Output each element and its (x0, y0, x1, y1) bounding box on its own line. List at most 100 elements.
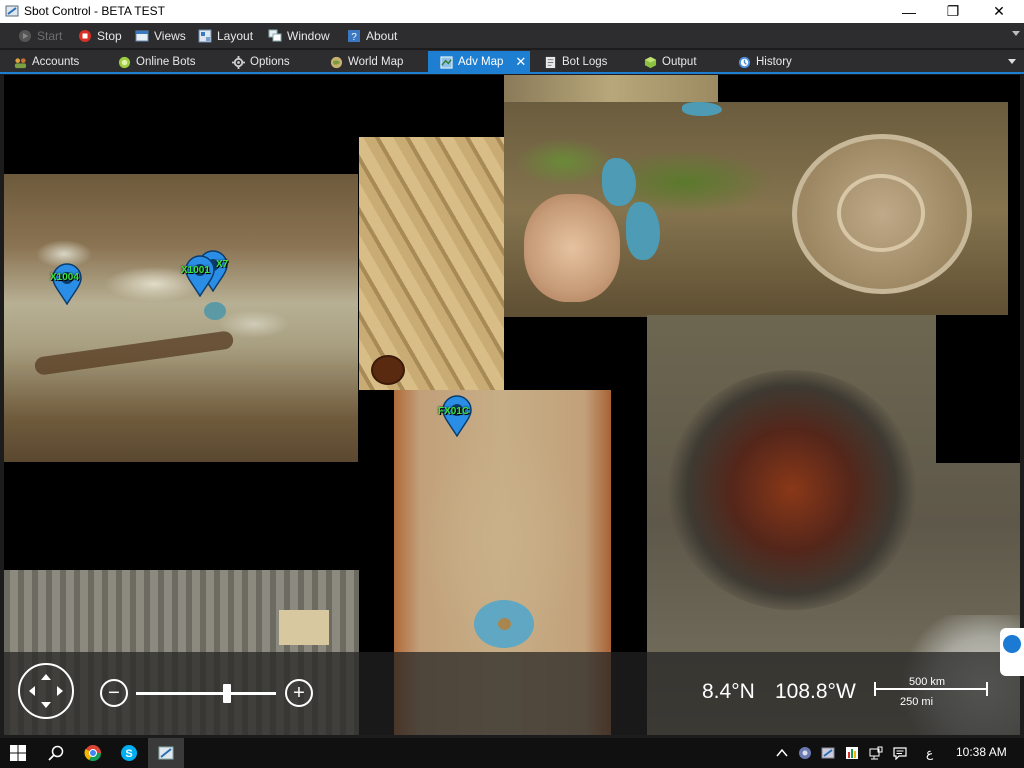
menu-about[interactable]: ? About (347, 27, 397, 44)
accounts-icon (14, 57, 27, 68)
zoom-slider[interactable] (136, 692, 276, 695)
window-icon (268, 29, 282, 41)
menu-views-label: Views (154, 28, 186, 43)
restore-icon: ❐ (946, 3, 960, 19)
tab-accounts-label: Accounts (32, 56, 80, 68)
maximize-button[interactable]: ❐ (930, 0, 976, 23)
search-button[interactable] (38, 738, 74, 768)
tab-online-bots[interactable]: Online Bots (118, 51, 195, 73)
taskbar-sbot-control[interactable] (148, 738, 184, 768)
menu-layout[interactable]: Layout (198, 27, 253, 44)
map-controls-overlay: − + 8.4°N 108.8°W 500 km 250 mi (4, 652, 1020, 735)
map-unexplored (936, 315, 1020, 463)
tray-sbot-icon[interactable] (821, 746, 835, 760)
history-icon (738, 56, 751, 68)
tab-close-icon[interactable]: ✕ (515, 54, 526, 70)
tab-world-map[interactable]: World Map (330, 51, 403, 73)
menu-stop[interactable]: Stop (78, 27, 122, 44)
svg-text:?: ? (351, 32, 357, 43)
zoom-slider-thumb[interactable] (223, 684, 231, 703)
title-bar: Sbot Control - BETA TEST — ❐ ✕ (0, 0, 1024, 23)
notifications-icon[interactable] (893, 746, 907, 760)
map-ridge (33, 330, 235, 376)
taskbar-chrome[interactable] (76, 738, 110, 768)
system-clock[interactable]: 10:38 AM (956, 745, 1007, 759)
svg-text:S: S (125, 748, 132, 760)
world-map-icon (330, 56, 343, 68)
stop-icon (79, 29, 91, 42)
logs-icon (545, 56, 556, 68)
tab-bot-logs[interactable]: Bot Logs (544, 51, 607, 73)
adv-map-icon (440, 55, 453, 69)
minimize-button[interactable]: — (886, 0, 932, 23)
menu-window-label: Window (287, 28, 330, 43)
layout-icon (198, 29, 212, 42)
adv-map-canvas[interactable]: X1004 X1001 X7 FX01C (4, 75, 1020, 735)
map-marker-label: X7 (216, 259, 229, 270)
tab-history-label: History (756, 56, 792, 68)
start-button[interactable] (0, 738, 36, 768)
tab-history[interactable]: History (738, 51, 792, 73)
menu-bar: Start Stop Views Layout Window ? About (0, 23, 1024, 48)
tab-list-dropdown-icon[interactable] (1008, 59, 1016, 64)
zoom-in-button[interactable]: + (285, 679, 313, 707)
plus-icon: + (293, 682, 305, 704)
zoom-out-button[interactable]: − (100, 679, 128, 707)
tray-chart-icon[interactable] (845, 746, 859, 760)
map-marker-label: X1004 (50, 272, 79, 283)
play-icon (19, 29, 31, 42)
map-marker-label: X1001 (181, 265, 210, 276)
menu-views[interactable]: Views (135, 27, 186, 44)
scale-bar (874, 688, 988, 690)
input-language-indicator[interactable]: ع (926, 746, 933, 760)
pan-arrows-icon (29, 674, 63, 708)
skype-icon: S (121, 745, 137, 761)
menu-window[interactable]: Window (268, 27, 330, 44)
tab-adv-map[interactable]: Adv Map ✕ (428, 51, 530, 73)
map-marker-label: FX01C (438, 406, 470, 417)
menu-stop-label: Stop (97, 28, 122, 43)
tab-output-label: Output (662, 56, 697, 68)
menu-overflow-icon[interactable] (1012, 31, 1020, 36)
map-dome (524, 194, 620, 302)
tab-options-label: Options (250, 56, 290, 68)
scale-km-label: 500 km (909, 676, 946, 688)
taskbar-skype[interactable]: S (112, 738, 146, 768)
map-walled-town (792, 134, 972, 294)
tab-world-map-label: World Map (348, 56, 404, 68)
menu-start[interactable]: Start (18, 27, 62, 44)
tab-accent-line (0, 72, 1024, 74)
tab-output[interactable]: Output (644, 51, 697, 73)
help-icon: ? (348, 29, 360, 43)
sbot-app-icon (158, 746, 174, 760)
teamviewer-tab-icon[interactable] (1000, 628, 1024, 676)
close-button[interactable]: ✕ (976, 0, 1022, 23)
network-icon[interactable] (869, 746, 883, 760)
map-marker-pin-icon[interactable] (184, 255, 216, 297)
map-zone-north-strip (504, 75, 718, 103)
map-marker-pin-icon[interactable] (51, 263, 83, 305)
map-zone-west-plains (4, 174, 358, 462)
tray-app-icon[interactable] (798, 746, 812, 760)
search-icon (48, 745, 64, 761)
map-building (279, 610, 329, 645)
minimize-icon: — (902, 3, 916, 20)
tab-adv-map-label: Adv Map (458, 56, 504, 68)
output-icon (644, 56, 657, 68)
windows-taskbar: S ع 10:38 AM (0, 738, 1024, 768)
menu-about-label: About (366, 28, 398, 43)
views-icon (135, 30, 149, 41)
map-zone-canyon (359, 137, 504, 390)
menu-start-label: Start (37, 28, 63, 43)
app-icon (5, 5, 19, 17)
map-pan-control[interactable] (18, 663, 74, 719)
longitude-readout: 108.8°W (775, 680, 856, 703)
tab-accounts[interactable]: Accounts (14, 51, 79, 73)
map-lake (682, 102, 722, 116)
online-bots-icon (118, 56, 131, 68)
tab-options[interactable]: Options (232, 51, 290, 73)
map-pit (371, 355, 405, 385)
map-lake (626, 202, 660, 260)
tray-show-hidden-icon[interactable] (775, 746, 789, 760)
tab-bot-logs-label: Bot Logs (562, 56, 608, 68)
